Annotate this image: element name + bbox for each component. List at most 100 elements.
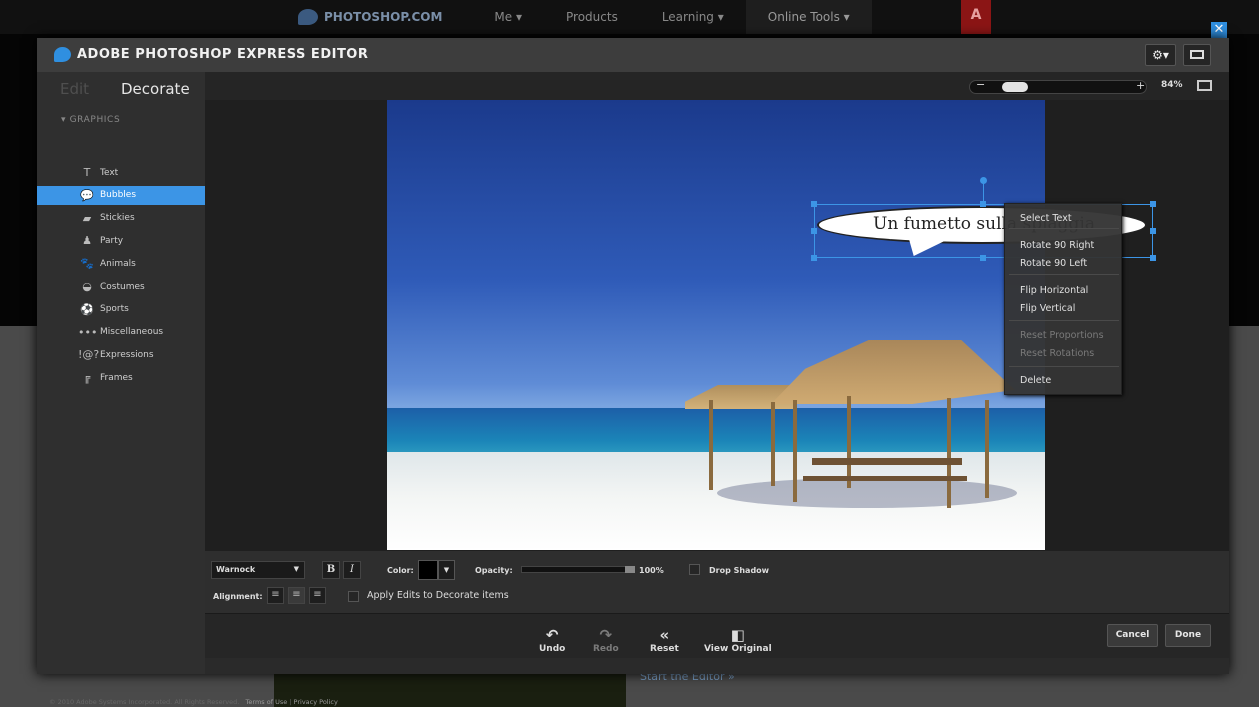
footer-copyright: © 2010 Adobe Systems Incorporated. All R…: [49, 698, 338, 706]
tab-decorate[interactable]: Decorate: [121, 80, 190, 98]
cancel-button[interactable]: Cancel: [1107, 624, 1158, 647]
photo-canvas[interactable]: [387, 100, 1045, 550]
menu-divider: [1009, 228, 1119, 229]
sidebar-item-expressions[interactable]: !@? Expressions: [37, 345, 205, 364]
font-select[interactable]: Warnock ▼: [211, 561, 305, 579]
reset-button[interactable]: « Reset: [650, 626, 679, 654]
menu-item-reset-proportions: Reset Proportions: [1020, 330, 1104, 341]
gear-icon: ⚙▾: [1152, 48, 1169, 62]
undo-button[interactable]: ↶ Undo: [539, 626, 565, 654]
titlebar: ADOBE PHOTOSHOP EXPRESS EDITOR ⚙▾: [37, 38, 1229, 72]
photo-pole: [847, 396, 851, 488]
drop-shadow-label: Drop Shadow: [709, 566, 770, 575]
sidebar-item-text[interactable]: T Text: [37, 163, 205, 182]
nav-learning[interactable]: Learning ▾: [640, 0, 746, 34]
opacity-label: Opacity:: [475, 566, 513, 575]
sidebar-item-bubbles[interactable]: 💬 Bubbles: [37, 185, 205, 205]
photo-pole: [947, 398, 951, 508]
sidebar-item-sports[interactable]: ⚽ Sports: [37, 300, 205, 319]
opacity-slider[interactable]: [521, 566, 635, 573]
menu-item-select-text[interactable]: Select Text: [1020, 213, 1072, 224]
color-swatch[interactable]: [418, 560, 438, 580]
sidebar-item-label: Party: [100, 235, 124, 246]
animals-icon: 🐾: [80, 257, 94, 271]
italic-button[interactable]: I: [343, 561, 361, 579]
sidebar-item-costumes[interactable]: ◒ Costumes: [37, 277, 205, 296]
nav-online-tools[interactable]: Online Tools ▾: [745, 0, 872, 34]
sidebar-item-party[interactable]: ♟ Party: [37, 231, 205, 250]
drop-shadow-checkbox[interactable]: [689, 564, 700, 575]
view-original-button[interactable]: ◧ View Original: [704, 626, 772, 654]
align-center-button[interactable]: ≡: [288, 587, 305, 604]
fullscreen-button[interactable]: [1183, 44, 1211, 66]
done-button[interactable]: Done: [1165, 624, 1211, 647]
fit-screen-icon[interactable]: [1197, 80, 1212, 91]
stickies-icon: ▰: [82, 211, 92, 225]
alignment-label: Alignment:: [213, 592, 263, 601]
sidebar-item-label: Stickies: [100, 213, 135, 224]
resize-handle[interactable]: [811, 201, 817, 207]
color-dropdown-button[interactable]: ▼: [438, 560, 455, 580]
terms-link[interactable]: Terms of Use: [246, 698, 288, 706]
zoom-slider[interactable]: − +: [969, 78, 1147, 94]
sidebar-item-label: Costumes: [100, 281, 145, 292]
nav-me[interactable]: Me ▾: [472, 0, 544, 34]
properties-bar: Warnock ▼ B I Color: ▼ Opacity: 100% Dro…: [205, 551, 1229, 613]
sidebar-item-miscellaneous[interactable]: ••• Miscellaneous: [37, 323, 205, 342]
menu-divider: [1009, 366, 1119, 367]
sidebar-item-label: Sports: [100, 304, 129, 315]
text-icon: T: [83, 166, 91, 179]
menu-item-reset-rotations: Reset Rotations: [1020, 348, 1095, 359]
sidebar-item-animals[interactable]: 🐾 Animals: [37, 254, 205, 273]
align-right-icon: ≡: [313, 589, 322, 600]
resize-handle[interactable]: [1150, 201, 1156, 207]
menu-item-rotate-90-right[interactable]: Rotate 90 Right: [1020, 240, 1094, 251]
zoom-out-icon[interactable]: −: [976, 78, 985, 91]
resize-handle[interactable]: [1150, 228, 1156, 234]
resize-handle[interactable]: [980, 201, 986, 207]
photo-pole: [985, 400, 989, 498]
resize-handle[interactable]: [1150, 255, 1156, 261]
color-label: Color:: [387, 566, 414, 575]
photo-bench: [803, 476, 967, 481]
sidebar-item-frames[interactable]: ╔ Frames: [37, 368, 205, 387]
nav-products[interactable]: Products: [544, 0, 640, 34]
graphics-section-header[interactable]: ▾ GRAPHICS: [61, 115, 120, 125]
triangle-down-icon: ▾: [61, 115, 67, 125]
resize-handle[interactable]: [980, 255, 986, 261]
photo-hut-roof: [771, 340, 1015, 404]
menu-item-delete[interactable]: Delete: [1020, 375, 1051, 386]
frames-icon: ╔: [83, 371, 91, 385]
tab-edit[interactable]: Edit: [60, 80, 89, 98]
align-left-button[interactable]: ≡: [267, 587, 284, 604]
sidebar-item-stickies[interactable]: ▰ Stickies: [37, 209, 205, 228]
photo-table: [812, 458, 962, 465]
privacy-link[interactable]: Privacy Policy: [294, 698, 338, 706]
resize-handle[interactable]: [811, 255, 817, 261]
sidebar-item-label: Animals: [100, 258, 136, 269]
zoom-slider-handle[interactable]: [1002, 82, 1028, 92]
close-icon[interactable]: ✕: [1211, 22, 1227, 38]
redo-button[interactable]: ↷ Redo: [593, 626, 619, 654]
sidebar-item-label: Frames: [100, 372, 133, 383]
apply-edits-checkbox[interactable]: [348, 591, 359, 602]
context-menu: Select Text Rotate 90 Right Rotate 90 Left…: [1004, 203, 1122, 395]
mode-tabs: Edit Decorate: [37, 80, 205, 106]
bubbles-icon: 💬: [80, 188, 94, 202]
align-right-button[interactable]: ≡: [309, 587, 326, 604]
resize-handle[interactable]: [811, 228, 817, 234]
opacity-slider-handle[interactable]: [625, 566, 635, 573]
settings-button[interactable]: ⚙▾: [1145, 44, 1176, 66]
rotation-handle[interactable]: [980, 177, 987, 184]
align-center-icon: ≡: [292, 589, 301, 600]
compare-icon: ◧: [730, 626, 745, 644]
sidebar-item-label: Miscellaneous: [100, 327, 164, 338]
zoom-in-icon[interactable]: +: [1136, 79, 1145, 92]
site-brand[interactable]: PHOTOSHOP.COM: [276, 0, 472, 34]
menu-item-rotate-90-left[interactable]: Rotate 90 Left: [1020, 258, 1087, 269]
menu-item-flip-horizontal[interactable]: Flip Horizontal: [1020, 285, 1088, 296]
align-left-icon: ≡: [271, 589, 280, 600]
bold-button[interactable]: B: [322, 561, 340, 579]
apply-edits-label: Apply Edits to Decorate items: [367, 590, 509, 601]
menu-item-flip-vertical[interactable]: Flip Vertical: [1020, 303, 1075, 314]
